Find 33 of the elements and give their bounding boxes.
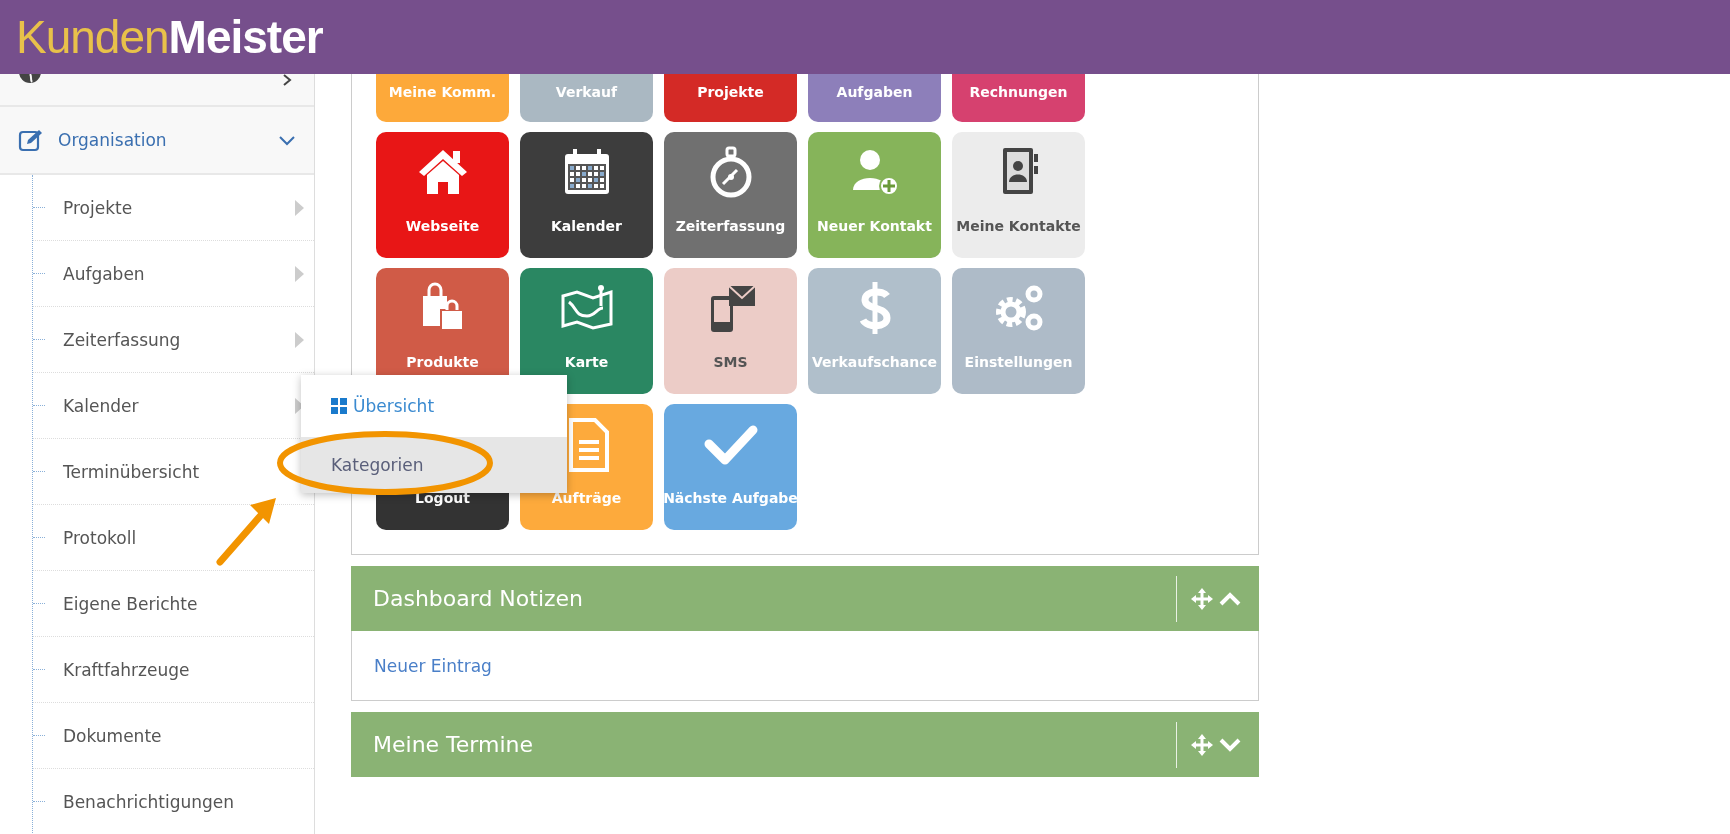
sidebar-item[interactable]: Protokoll <box>63 527 314 548</box>
sidebar-item[interactable]: Dokumente <box>63 725 314 746</box>
chevron-up-icon[interactable] <box>1219 590 1241 607</box>
sidebar-item[interactable]: Zeiterfassung <box>63 329 295 350</box>
dashboard-tile[interactable]: Karte <box>520 268 653 394</box>
sidebar-item[interactable]: Eigene Berichte <box>63 593 314 614</box>
chevron-down-icon <box>278 134 296 146</box>
sidebar-item[interactable]: Aufgaben <box>63 263 295 284</box>
chevron-down-icon[interactable] <box>1219 736 1241 753</box>
dashboard-tile[interactable]: Meine Kontakte <box>952 132 1085 258</box>
panel-title: Dashboard Notizen <box>372 586 585 611</box>
sidebar-item[interactable]: Benachrichtigungen <box>63 791 314 812</box>
sidebar-item[interactable]: Kraftfahrzeuge <box>63 659 314 680</box>
sidebar-item[interactable]: Organisation <box>0 107 314 175</box>
sidebar-item[interactable]: Kalender <box>63 395 295 416</box>
dashboard-tile[interactable]: Rechnungen <box>952 74 1085 122</box>
panel-title: Meine Termine <box>372 732 534 757</box>
grid-icon <box>331 398 347 414</box>
dashboard-tile[interactable]: Projekte <box>664 74 797 122</box>
dashboard-tile[interactable]: Nächste Aufgabe <box>664 404 797 530</box>
arrow-annotation <box>216 498 276 566</box>
dashboard-tile[interactable]: Zeiterfassung <box>664 132 797 258</box>
dashboard-tile[interactable]: SMS <box>664 268 797 394</box>
globe-icon <box>18 74 42 84</box>
move-icon[interactable] <box>1191 587 1213 610</box>
move-icon[interactable] <box>1191 733 1213 756</box>
sidebar-item[interactable]: Projekte <box>63 197 295 218</box>
edit-icon <box>18 128 44 152</box>
dashboard-tile[interactable]: Webseite <box>376 132 509 258</box>
new-entry-link[interactable]: Neuer Eintrag <box>374 655 492 676</box>
dashboard-tile[interactable]: Kalender <box>520 132 653 258</box>
dashboard-tile[interactable]: Aufgaben <box>808 74 941 122</box>
logo: KundenMeister <box>16 10 323 64</box>
